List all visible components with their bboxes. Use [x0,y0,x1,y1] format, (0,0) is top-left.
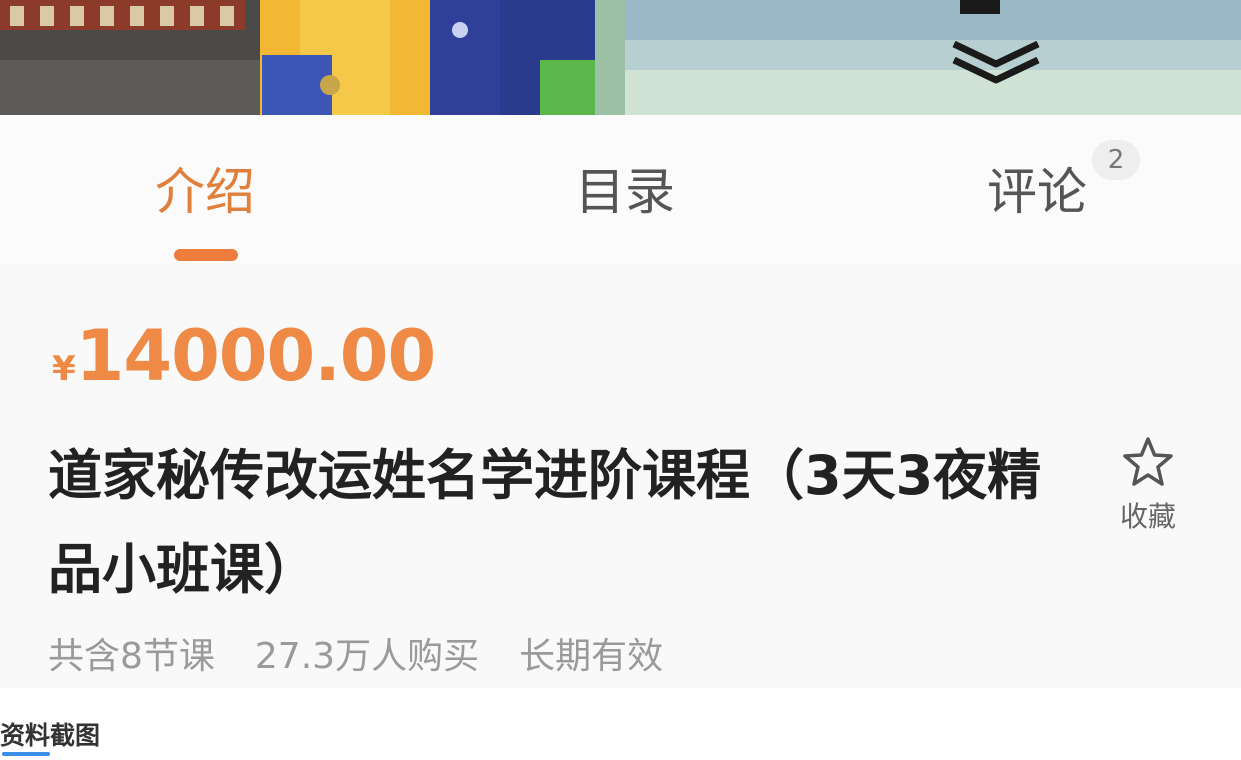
currency-symbol: ¥ [52,349,76,389]
course-info-section: ¥14000.00 道家秘传改运姓名学进阶课程（3天3夜精品小班课） 收藏 共含… [0,263,1241,688]
tab-comments[interactable]: 评论 [972,157,1102,227]
lesson-count: 共含8节课 [48,636,215,677]
banner-artwork [0,0,1241,115]
tab-bar: 介绍 目录 评论 2 [0,115,1241,263]
star-outline-icon [1123,437,1173,486]
active-tab-indicator [174,249,238,261]
favorite-label: 收藏 [1119,500,1176,533]
comment-count-badge: 2 [1092,140,1140,180]
price-amount: 14000.00 [75,315,437,397]
course-banner-image [0,0,1241,115]
course-price: ¥14000.00 [52,315,437,397]
screenshot-caption: 资料截图 [0,721,101,750]
course-title: 道家秘传改运姓名学进阶课程（3天3夜精品小班课） [48,444,1042,601]
course-meta: 共含8节课 27.3万人购买 长期有效 [48,627,703,679]
validity: 长期有效 [519,636,664,677]
tab-catalog[interactable]: 目录 [560,157,690,227]
favorite-button[interactable]: 收藏 [1108,435,1188,535]
buyer-count: 27.3万人购买 [254,636,480,677]
expand-chevron-icon[interactable] [948,38,1044,86]
caption-underline [2,752,50,756]
tab-intro[interactable]: 介绍 [140,157,270,227]
